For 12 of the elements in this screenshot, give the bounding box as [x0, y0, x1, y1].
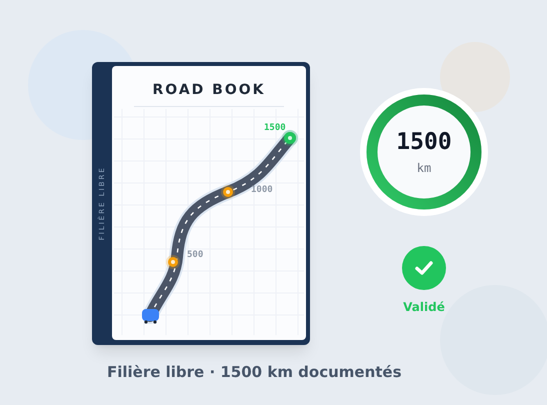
- checkpoint-marker-icon: [166, 255, 180, 269]
- milestone-label: 1500: [264, 123, 286, 133]
- milestone-label: 1000: [251, 185, 273, 195]
- car-icon: [142, 309, 159, 324]
- milestone-label: 500: [187, 250, 204, 260]
- distance-value: 1500: [396, 130, 452, 154]
- status-label: Validé: [403, 299, 445, 316]
- caption: Filière libre · 1500 km documentés: [107, 362, 403, 383]
- distance-unit: km: [416, 162, 432, 174]
- book-title: ROAD BOOK: [152, 81, 266, 100]
- finish-marker-icon: [282, 130, 298, 146]
- checkpoint-marker-icon: [221, 185, 235, 199]
